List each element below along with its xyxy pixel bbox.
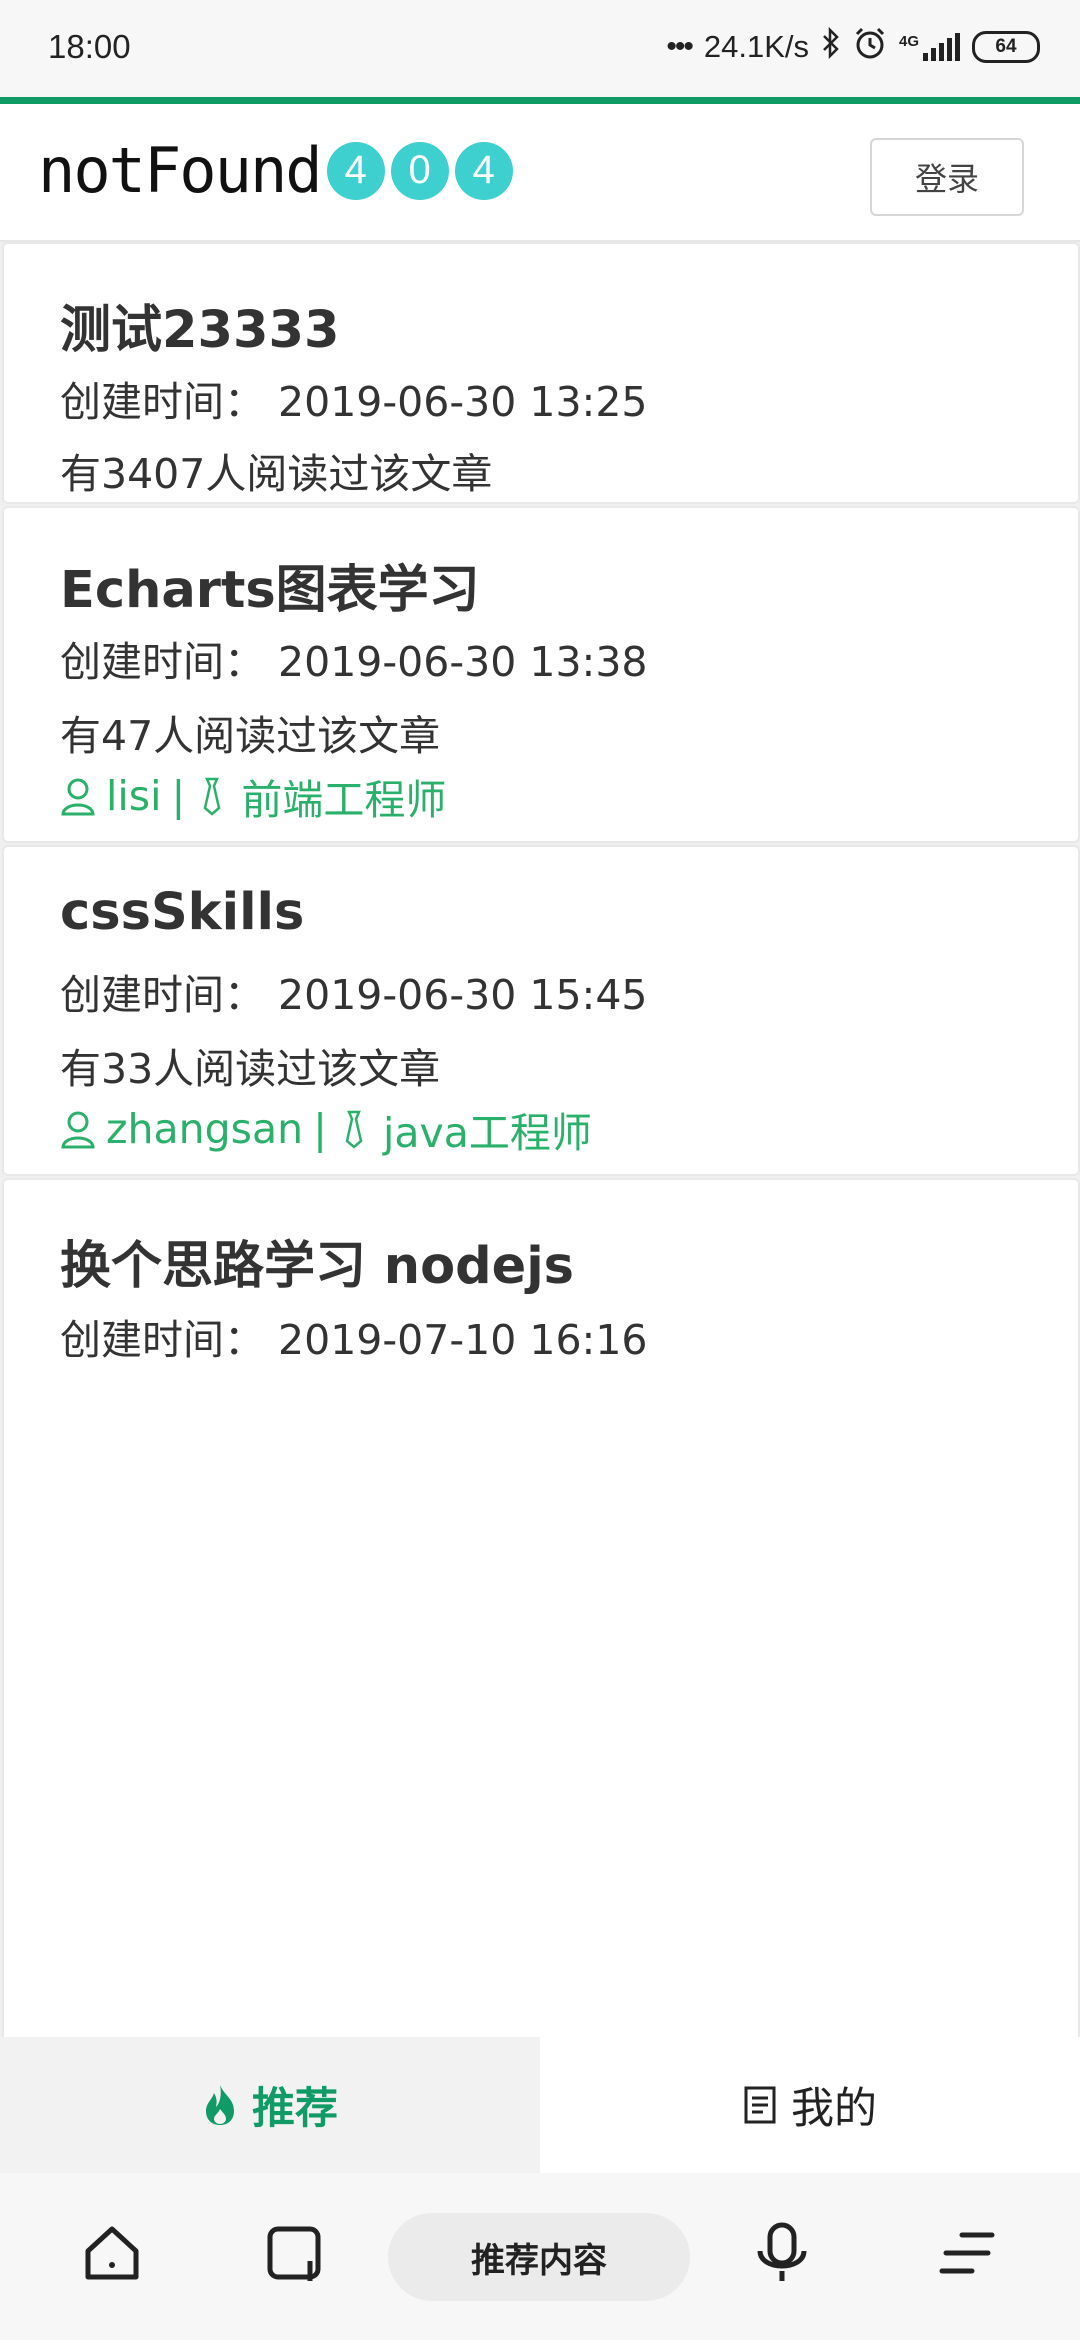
status-time: 18:00 xyxy=(48,28,131,65)
top-accent-line xyxy=(0,97,1080,104)
home-icon[interactable] xyxy=(80,2221,144,2289)
network-speed: 24.1K/s xyxy=(703,29,809,64)
bluetooth-icon xyxy=(821,26,841,67)
status-bar: 18:00 ••• 24.1K/s 4G 64 xyxy=(0,0,1080,97)
created-label: 创建时间： xyxy=(60,378,265,426)
recommend-content-button[interactable]: 推荐内容 xyxy=(388,2213,690,2301)
author-name[interactable]: zhangsan xyxy=(106,1105,303,1153)
author-role: java工程师 xyxy=(382,1109,592,1157)
microphone-icon[interactable] xyxy=(750,2221,814,2289)
article-meta: lisi | 前端工程师 xyxy=(60,766,446,826)
author-name[interactable]: lisi xyxy=(106,772,162,820)
status-right: ••• 24.1K/s 4G 64 xyxy=(666,26,1040,68)
logo-text: notFound xyxy=(38,134,323,207)
article-meta: zhangsan | java工程师 xyxy=(60,1099,592,1159)
menu-icon[interactable] xyxy=(936,2221,1000,2289)
signal-icon xyxy=(923,33,960,61)
article-created: 创建时间： 2019-06-30 13:25 xyxy=(60,368,648,428)
article-reads: 有33人阅读过该文章 xyxy=(60,1045,441,1093)
created-time: 2019-06-30 13:25 xyxy=(278,378,648,426)
logo-digit: 0 xyxy=(390,141,449,200)
tab-label: 我的 xyxy=(791,2084,877,2134)
created-time: 2019-06-30 13:38 xyxy=(278,638,648,686)
logo-digit: 4 xyxy=(326,141,385,200)
battery-icon: 64 xyxy=(972,31,1040,63)
browser-bottom-bar: 推荐内容 xyxy=(0,2173,1080,2340)
user-icon xyxy=(61,1111,95,1149)
tab-label: 推荐 xyxy=(252,2084,338,2134)
article-title[interactable]: 测试23333 xyxy=(60,288,339,362)
created-label: 创建时间： xyxy=(60,638,265,686)
meta-separator: | xyxy=(171,772,186,820)
created-label: 创建时间： xyxy=(60,1316,265,1364)
article-created: 创建时间： 2019-06-30 13:38 xyxy=(60,628,648,688)
article-card[interactable]: cssSkills 创建时间： 2019-06-30 15:45 有33人阅读过… xyxy=(2,845,1080,1176)
tabs-icon[interactable] xyxy=(264,2221,328,2289)
tie-icon xyxy=(203,777,221,816)
author-role: 前端工程师 xyxy=(241,776,447,824)
created-label: 创建时间： xyxy=(60,971,265,1019)
alarm-icon xyxy=(853,26,887,68)
meta-separator: | xyxy=(313,1105,327,1153)
created-time: 2019-07-10 16:16 xyxy=(278,1316,648,1364)
flame-icon xyxy=(206,2085,234,2125)
tab-recommend[interactable]: 推荐 xyxy=(0,2037,540,2173)
app-header: notFound 4 0 4 登录 xyxy=(0,104,1080,242)
article-card[interactable]: 测试23333 创建时间： 2019-06-30 13:25 有3407人阅读过… xyxy=(2,242,1080,504)
user-icon xyxy=(61,778,95,816)
article-list[interactable]: 测试23333 创建时间： 2019-06-30 13:25 有3407人阅读过… xyxy=(0,242,1080,2037)
network-type: 4G xyxy=(898,32,919,50)
logo[interactable]: notFound 4 0 4 xyxy=(38,134,513,207)
login-button[interactable]: 登录 xyxy=(870,138,1024,216)
article-title[interactable]: 换个思路学习 nodejs xyxy=(60,1224,574,1298)
battery-level: 64 xyxy=(995,36,1017,57)
bottom-tab-bar: 推荐 我的 xyxy=(0,2037,1080,2173)
article-reads: 有3407人阅读过该文章 xyxy=(60,450,493,498)
article-reads: 有47人阅读过该文章 xyxy=(60,712,441,760)
tie-icon xyxy=(345,1110,363,1149)
article-card[interactable]: Echarts图表学习 创建时间： 2019-06-30 13:38 有47人阅… xyxy=(2,506,1080,843)
logo-digit: 4 xyxy=(454,141,513,200)
tab-mine[interactable]: 我的 xyxy=(540,2037,1080,2173)
article-created: 创建时间： 2019-07-10 16:16 xyxy=(60,1306,648,1366)
dots-icon: ••• xyxy=(666,30,693,63)
article-card[interactable]: 换个思路学习 nodejs 创建时间： 2019-07-10 16:16 xyxy=(2,1178,1080,2037)
article-title[interactable]: Echarts图表学习 xyxy=(60,548,480,622)
article-created: 创建时间： 2019-06-30 15:45 xyxy=(60,961,648,1021)
document-icon xyxy=(744,2086,776,2124)
created-time: 2019-06-30 15:45 xyxy=(278,971,648,1019)
article-title[interactable]: cssSkills xyxy=(60,883,304,942)
